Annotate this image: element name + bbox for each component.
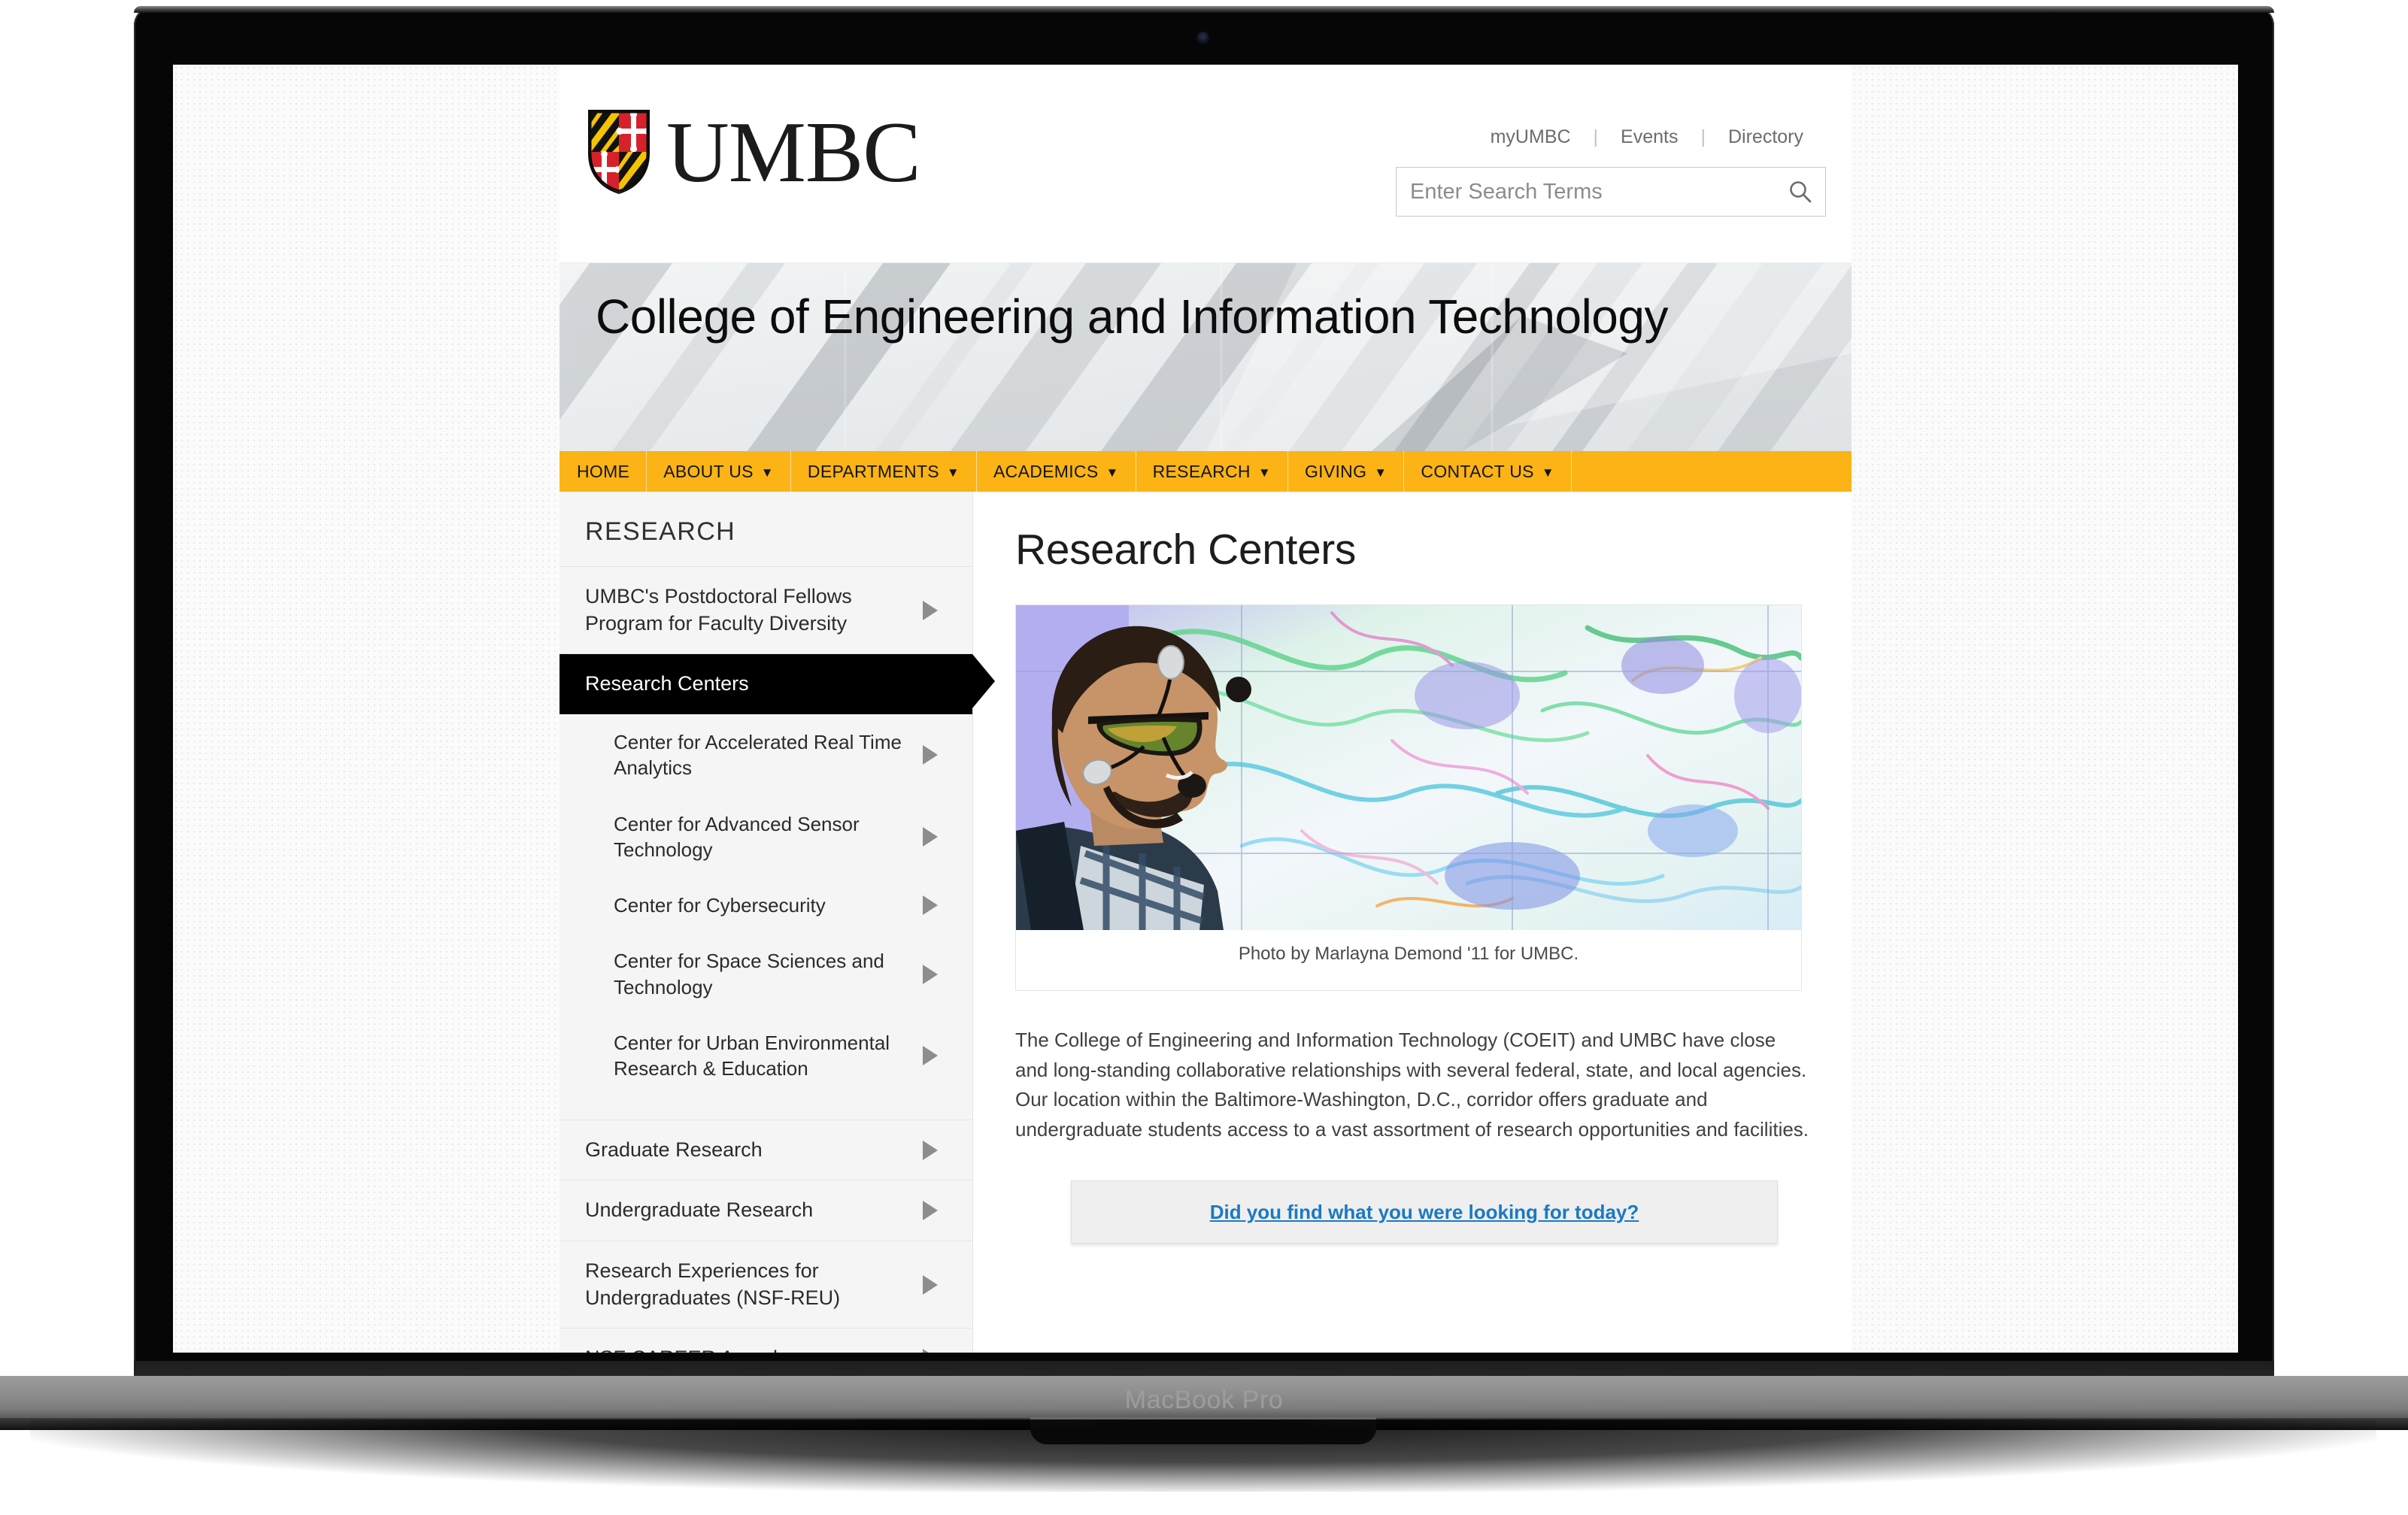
macbook-pro-label: MacBook Pro xyxy=(1124,1386,1284,1414)
chevron-down-icon: ▼ xyxy=(1541,465,1554,480)
sidebar-item-label: Graduate Research xyxy=(585,1138,763,1161)
search-input[interactable] xyxy=(1397,168,1776,216)
laptop-hinge xyxy=(134,1361,2274,1377)
chevron-right-icon xyxy=(923,1201,938,1221)
feedback-box[interactable]: Did you find what you were looking for t… xyxy=(1071,1180,1778,1244)
nav-item-home[interactable]: HOME xyxy=(560,451,647,492)
chevron-right-icon xyxy=(923,964,938,984)
sidebar-item-label: Center for Cybersecurity xyxy=(614,894,826,917)
feedback-link[interactable]: Did you find what you were looking for t… xyxy=(1210,1201,1639,1224)
nav-item-contact-us[interactable]: CONTACT US ▼ xyxy=(1404,451,1572,492)
sidebar-item-label: Center for Advanced Sensor Technology xyxy=(614,812,860,861)
sidebar-subgroup-research-centers: Center for Accelerated Real Time Analyti… xyxy=(560,714,972,1120)
page-title: Research Centers xyxy=(1015,526,1356,574)
sidebar-item-label: NSF CAREER Awards xyxy=(585,1345,788,1353)
chevron-right-icon xyxy=(923,826,938,847)
chevron-right-icon xyxy=(923,745,938,765)
nav-item-departments[interactable]: DEPARTMENTS ▼ xyxy=(791,451,978,492)
sidebar-item-center-urban-environmental-research-education[interactable]: Center for Urban Environmental Research … xyxy=(560,1015,972,1097)
sidebar-item-label: Center for Accelerated Real Time Analyti… xyxy=(614,730,902,780)
figure-caption: Photo by Marlayna Demond '11 for UMBC. xyxy=(1238,944,1579,964)
sidebar-item-research-experiences-undergraduates[interactable]: Research Experiences for Undergraduates … xyxy=(560,1241,972,1329)
sidebar: RESEARCH UMBC's Postdoctoral Fellows Pro… xyxy=(560,492,995,1353)
sidebar-item-label: Research Experiences for Undergraduates … xyxy=(585,1259,841,1309)
utility-link-events[interactable]: Events xyxy=(1598,126,1700,148)
body-paragraph: The College of Engineering and Informati… xyxy=(1015,1029,1809,1141)
nav-item-label: ACADEMICS xyxy=(993,461,1099,481)
search-icon xyxy=(1790,181,1812,203)
sidebar-item-center-accelerated-real-time-analytics[interactable]: Center for Accelerated Real Time Analyti… xyxy=(560,714,972,796)
main-nav: HOME ABOUT US ▼ DEPARTMENTS ▼ ACADEMICS … xyxy=(560,451,1851,492)
laptop-mockup: UMBC myUMBC | Events | Directory Enter S… xyxy=(0,0,2408,1515)
screen-viewport: UMBC myUMBC | Events | Directory Enter S… xyxy=(173,65,2238,1353)
sidebar-item-postdoctoral-fellows[interactable]: UMBC's Postdoctoral Fellows Program for … xyxy=(560,567,972,655)
nav-item-label: GIVING xyxy=(1304,461,1367,481)
sidebar-item-label: Center for Space Sciences and Technology xyxy=(614,950,884,998)
nav-item-label: HOME xyxy=(577,461,630,481)
figure: Photo by Marlayna Demond '11 for UMBC. xyxy=(1015,604,1802,991)
hero-banner: College of Engineering and Information T… xyxy=(560,263,1851,451)
nav-item-label: DEPARTMENTS xyxy=(807,461,939,481)
chevron-right-icon xyxy=(923,1046,938,1066)
sidebar-item-graduate-research[interactable]: Graduate Research xyxy=(560,1120,972,1181)
umbc-wordmark: UMBC xyxy=(666,105,921,201)
nav-item-label: CONTACT US xyxy=(1421,461,1534,481)
nav-item-giving[interactable]: GIVING ▼ xyxy=(1288,451,1405,492)
main-content: Research Centers Photo by Marlayna Demon… xyxy=(973,492,1851,1289)
web-page: UMBC myUMBC | Events | Directory Enter S… xyxy=(560,65,1851,1353)
sidebar-item-center-cybersecurity[interactable]: Center for Cybersecurity xyxy=(560,877,972,934)
laptop-shadow xyxy=(30,1420,2376,1492)
sidebar-item-label: Research Centers xyxy=(585,672,749,695)
nav-item-label: ABOUT US xyxy=(663,461,754,481)
chevron-down-icon: ▼ xyxy=(760,465,774,480)
sidebar-item-center-advanced-sensor-technology[interactable]: Center for Advanced Sensor Technology xyxy=(560,795,972,878)
chevron-right-icon xyxy=(923,600,938,620)
figure-photo xyxy=(1016,605,1801,930)
umbc-maryland-shield-icon xyxy=(588,110,650,194)
chevron-right-icon xyxy=(923,1274,938,1295)
chevron-right-icon xyxy=(923,1349,938,1353)
sidebar-item-label: UMBC's Postdoctoral Fellows Program for … xyxy=(585,585,852,635)
chevron-right-icon xyxy=(923,1140,938,1160)
search-button[interactable] xyxy=(1776,168,1825,216)
chevron-down-icon: ▼ xyxy=(1257,465,1271,480)
sidebar-item-nsf-career-awards[interactable]: NSF CAREER Awards xyxy=(560,1329,972,1353)
site-header: UMBC myUMBC | Events | Directory xyxy=(560,65,1851,263)
sidebar-title: RESEARCH xyxy=(560,492,972,567)
umbc-logo[interactable]: UMBC xyxy=(584,105,921,201)
content-row: RESEARCH UMBC's Postdoctoral Fellows Pro… xyxy=(560,492,1851,1353)
sidebar-item-research-centers[interactable]: Research Centers xyxy=(560,654,995,714)
utility-nav: myUMBC | Events | Directory xyxy=(1468,126,1826,148)
student-with-tracking-glasses-photo xyxy=(1016,605,1801,930)
sidebar-item-label: Undergraduate Research xyxy=(585,1198,814,1222)
utility-link-directory[interactable]: Directory xyxy=(1706,126,1826,148)
lid-top-edge xyxy=(134,6,2274,13)
webcam-icon xyxy=(1196,32,1209,44)
sidebar-item-undergraduate-research[interactable]: Undergraduate Research xyxy=(560,1180,972,1241)
chevron-down-icon: ▼ xyxy=(946,465,960,480)
chevron-down-icon: ▼ xyxy=(1374,465,1387,480)
chevron-down-icon: ▼ xyxy=(1105,465,1119,480)
sidebar-item-label: Center for Urban Environmental Research … xyxy=(614,1032,890,1080)
sidebar-item-center-space-sciences-technology[interactable]: Center for Space Sciences and Technology xyxy=(560,933,972,1016)
utility-link-myumbc[interactable]: myUMBC xyxy=(1468,126,1594,148)
search-box[interactable] xyxy=(1396,167,1826,217)
nav-item-label: RESEARCH xyxy=(1152,461,1251,481)
nav-item-about-us[interactable]: ABOUT US ▼ xyxy=(647,451,791,492)
chevron-right-icon xyxy=(923,895,938,916)
hero-title: College of Engineering and Information T… xyxy=(596,289,1668,344)
nav-item-academics[interactable]: ACADEMICS ▼ xyxy=(977,451,1136,492)
nav-item-research[interactable]: RESEARCH ▼ xyxy=(1136,451,1288,492)
